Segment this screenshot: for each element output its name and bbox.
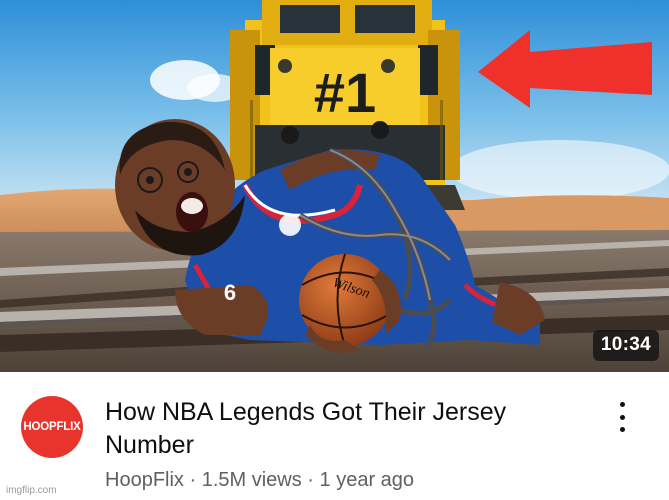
video-details: HOOPFLIX How NBA Legends Got Their Jerse… (0, 372, 669, 500)
more-vert-icon[interactable] (610, 400, 634, 434)
jersey-number: 6 (224, 280, 236, 305)
metadata-separator: · (301, 469, 320, 491)
video-title[interactable]: How NBA Legends Got Their Jersey Number (105, 396, 575, 462)
metadata-separator: · (183, 469, 202, 491)
view-count: 1.5M views (201, 469, 302, 491)
channel-avatar-text: HOOPFLIX (23, 421, 81, 433)
video-thumbnail[interactable]: #1 6 Wilson 10:34 (0, 0, 669, 372)
train-number-label: #1 (314, 61, 376, 124)
upload-age: 1 year ago (319, 469, 415, 491)
video-metadata: HoopFlix · 1.5M views · 1 year ago (105, 469, 414, 492)
channel-name[interactable]: HoopFlix (105, 469, 184, 491)
imgflip-watermark: imgflip.com (6, 485, 57, 496)
channel-avatar[interactable]: HOOPFLIX (21, 396, 83, 458)
video-duration: 10:34 (592, 330, 659, 361)
